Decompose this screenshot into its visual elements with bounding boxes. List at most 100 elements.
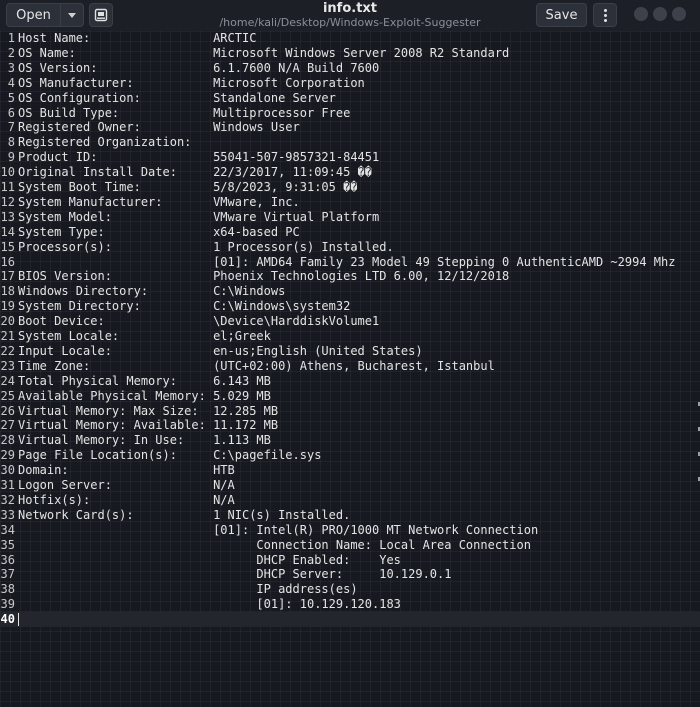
editor-line[interactable]: 19 System Directory: C:\Windows\system32 (0, 299, 700, 314)
editor-line[interactable]: 25 Available Physical Memory: 5.029 MB (0, 389, 700, 404)
editor-line[interactable]: 11 System Boot Time: 5/8/2023, 9:31:05 �� (0, 180, 700, 195)
line-text[interactable]: Time Zone: (UTC+02:00) Athens, Bucharest… (18, 359, 495, 374)
editor-line[interactable]: 38 IP address(es) (0, 582, 700, 597)
editor-line[interactable]: 39 [01]: 10.129.120.183 (0, 597, 700, 612)
open-dropdown-button[interactable] (61, 4, 83, 26)
editor-line[interactable]: 9 Product ID: 55041-507-9857321-84451 (0, 150, 700, 165)
line-text[interactable]: Virtual Memory: In Use: 1.113 MB (18, 433, 271, 448)
editor-line[interactable]: 14 System Type: x64-based PC (0, 225, 700, 240)
line-text[interactable]: System Type: x64-based PC (18, 225, 300, 240)
editor-line[interactable]: 29 Page File Location(s): C:\pagefile.sys (0, 448, 700, 463)
line-text[interactable]: Hotfix(s): N/A (18, 493, 235, 508)
line-text[interactable]: System Model: VMware Virtual Platform (18, 210, 379, 225)
line-text[interactable]: IP address(es) (18, 582, 357, 597)
editor-line[interactable]: 17 BIOS Version: Phoenix Technologies LTD… (0, 269, 700, 284)
line-number: 26 (0, 403, 15, 418)
maximize-button[interactable] (653, 7, 667, 21)
line-text[interactable]: Processor(s): 1 Processor(s) Installed. (18, 240, 394, 255)
line-text[interactable]: Connection Name: Local Area Connection (18, 538, 531, 553)
editor-line[interactable]: 22 Input Locale: en-us;English (United St… (0, 344, 700, 359)
line-text[interactable]: OS Name: Microsoft Windows Server 2008 R… (18, 46, 509, 61)
line-text[interactable]: Original Install Date: 22/3/2017, 11:09:… (18, 165, 372, 180)
line-text[interactable]: Logon Server: N/A (18, 478, 235, 493)
line-text[interactable]: [01]: 10.129.120.183 (18, 597, 401, 612)
line-text[interactable]: Domain: HTB (18, 463, 235, 478)
editor-line[interactable]: 30 Domain: HTB (0, 463, 700, 478)
line-text[interactable]: OS Version: 6.1.7600 N/A Build 7600 (18, 61, 379, 76)
editor-line[interactable]: 20 Boot Device: \Device\HarddiskVolume1 (0, 314, 700, 329)
line-text[interactable]: Virtual Memory: Available: 11.172 MB (18, 418, 278, 433)
line-text[interactable]: System Manufacturer: VMware, Inc. (18, 195, 300, 210)
line-text[interactable]: [01]: Intel(R) PRO/1000 MT Network Conne… (18, 523, 538, 538)
editor-line[interactable]: 34 [01]: Intel(R) PRO/1000 MT Network Co… (0, 523, 700, 538)
editor-line[interactable]: 40 (0, 612, 700, 628)
editor-line[interactable]: 24 Total Physical Memory: 6.143 MB (0, 374, 700, 389)
line-number: 18 (0, 284, 15, 299)
line-number: 7 (7, 120, 15, 135)
chevron-down-icon (68, 12, 76, 18)
editor-line[interactable]: 2 OS Name: Microsoft Windows Server 2008 … (0, 46, 700, 61)
editor-line[interactable]: 10 Original Install Date: 22/3/2017, 11:0… (0, 165, 700, 180)
line-text[interactable]: OS Build Type: Multiprocessor Free (18, 106, 350, 121)
line-text[interactable]: Product ID: 55041-507-9857321-84451 (18, 150, 379, 165)
line-text[interactable]: Input Locale: en-us;English (United Stat… (18, 344, 423, 359)
line-text[interactable]: System Locale: el;Greek (18, 329, 271, 344)
line-text[interactable]: Network Card(s): 1 NIC(s) Installed. (18, 508, 350, 523)
editor-line[interactable]: 12 System Manufacturer: VMware, Inc. (0, 195, 700, 210)
line-text[interactable]: Virtual Memory: Max Size: 12.285 MB (18, 404, 278, 419)
line-number: 28 (0, 433, 15, 448)
menu-dot-icon (603, 8, 607, 12)
line-text[interactable]: Total Physical Memory: 6.143 MB (18, 374, 271, 389)
line-text[interactable]: DHCP Enabled: Yes (18, 553, 401, 568)
editor-line[interactable]: 32 Hotfix(s): N/A (0, 493, 700, 508)
editor-line[interactable]: 15 Processor(s): 1 Processor(s) Installed… (0, 240, 700, 255)
editor-line[interactable]: 26 Virtual Memory: Max Size: 12.285 MB (0, 404, 700, 419)
line-text[interactable]: Registered Owner: Windows User (18, 120, 300, 135)
line-text[interactable]: Registered Organization: (18, 135, 191, 150)
open-button[interactable]: Open (6, 3, 84, 27)
save-button[interactable]: Save (536, 3, 587, 27)
editor-line[interactable]: 3 OS Version: 6.1.7600 N/A Build 7600 (0, 61, 700, 76)
editor-line[interactable]: 21 System Locale: el;Greek (0, 329, 700, 344)
line-number: 36 (0, 552, 15, 567)
line-number: 4 (7, 75, 15, 90)
line-number: 3 (7, 60, 15, 75)
line-text[interactable]: Available Physical Memory: 5.029 MB (18, 389, 271, 404)
minimize-button[interactable] (634, 7, 648, 21)
line-text[interactable]: Page File Location(s): C:\pagefile.sys (18, 448, 321, 463)
editor-line[interactable]: 18 Windows Directory: C:\Windows (0, 284, 700, 299)
editor-line[interactable]: 5 OS Configuration: Standalone Server (0, 91, 700, 106)
editor-line[interactable]: 6 OS Build Type: Multiprocessor Free (0, 106, 700, 121)
line-text[interactable]: Windows Directory: C:\Windows (18, 284, 285, 299)
open-button-label[interactable]: Open (7, 4, 61, 26)
editor-line[interactable]: 13 System Model: VMware Virtual Platform (0, 210, 700, 225)
line-number: 35 (0, 537, 15, 552)
editor-line[interactable]: 27 Virtual Memory: Available: 11.172 MB (0, 418, 700, 433)
line-text[interactable]: Boot Device: \Device\HarddiskVolume1 (18, 314, 379, 329)
line-text[interactable]: OS Manufacturer: Microsoft Corporation (18, 76, 365, 91)
editor-line[interactable]: 37 DHCP Server: 10.129.0.1 (0, 567, 700, 582)
editor-line[interactable]: 4 OS Manufacturer: Microsoft Corporation (0, 76, 700, 91)
close-button[interactable] (672, 7, 686, 21)
new-document-button[interactable] (89, 3, 113, 27)
editor-line[interactable]: 1 Host Name: ARCTIC (0, 31, 700, 46)
line-text[interactable]: BIOS Version: Phoenix Technologies LTD 6… (18, 269, 509, 284)
editor-line[interactable]: 28 Virtual Memory: In Use: 1.113 MB (0, 433, 700, 448)
line-number: 24 (0, 373, 15, 388)
menu-button[interactable] (593, 3, 617, 27)
editor-line[interactable]: 35 Connection Name: Local Area Connectio… (0, 538, 700, 553)
editor-line[interactable]: 31 Logon Server: N/A (0, 478, 700, 493)
editor-line[interactable]: 16 [01]: AMD64 Family 23 Model 49 Steppi… (0, 255, 700, 270)
editor-line[interactable]: 33 Network Card(s): 1 NIC(s) Installed. (0, 508, 700, 523)
editor-line[interactable]: 7 Registered Owner: Windows User (0, 120, 700, 135)
line-text[interactable]: [01]: AMD64 Family 23 Model 49 Stepping … (18, 255, 675, 270)
line-text[interactable]: Host Name: ARCTIC (18, 31, 256, 46)
text-editor[interactable]: 1 Host Name: ARCTIC 2 OS Name: Microsoft Wi… (0, 31, 700, 707)
line-text[interactable]: OS Configuration: Standalone Server (18, 91, 336, 106)
editor-line[interactable]: 8 Registered Organization: (0, 135, 700, 150)
line-text[interactable]: System Directory: C:\Windows\system32 (18, 299, 350, 314)
editor-line[interactable]: 36 DHCP Enabled: Yes (0, 553, 700, 568)
line-text[interactable]: DHCP Server: 10.129.0.1 (18, 567, 451, 582)
line-text[interactable]: System Boot Time: 5/8/2023, 9:31:05 �� (18, 180, 358, 195)
editor-line[interactable]: 23 Time Zone: (UTC+02:00) Athens, Buchare… (0, 359, 700, 374)
